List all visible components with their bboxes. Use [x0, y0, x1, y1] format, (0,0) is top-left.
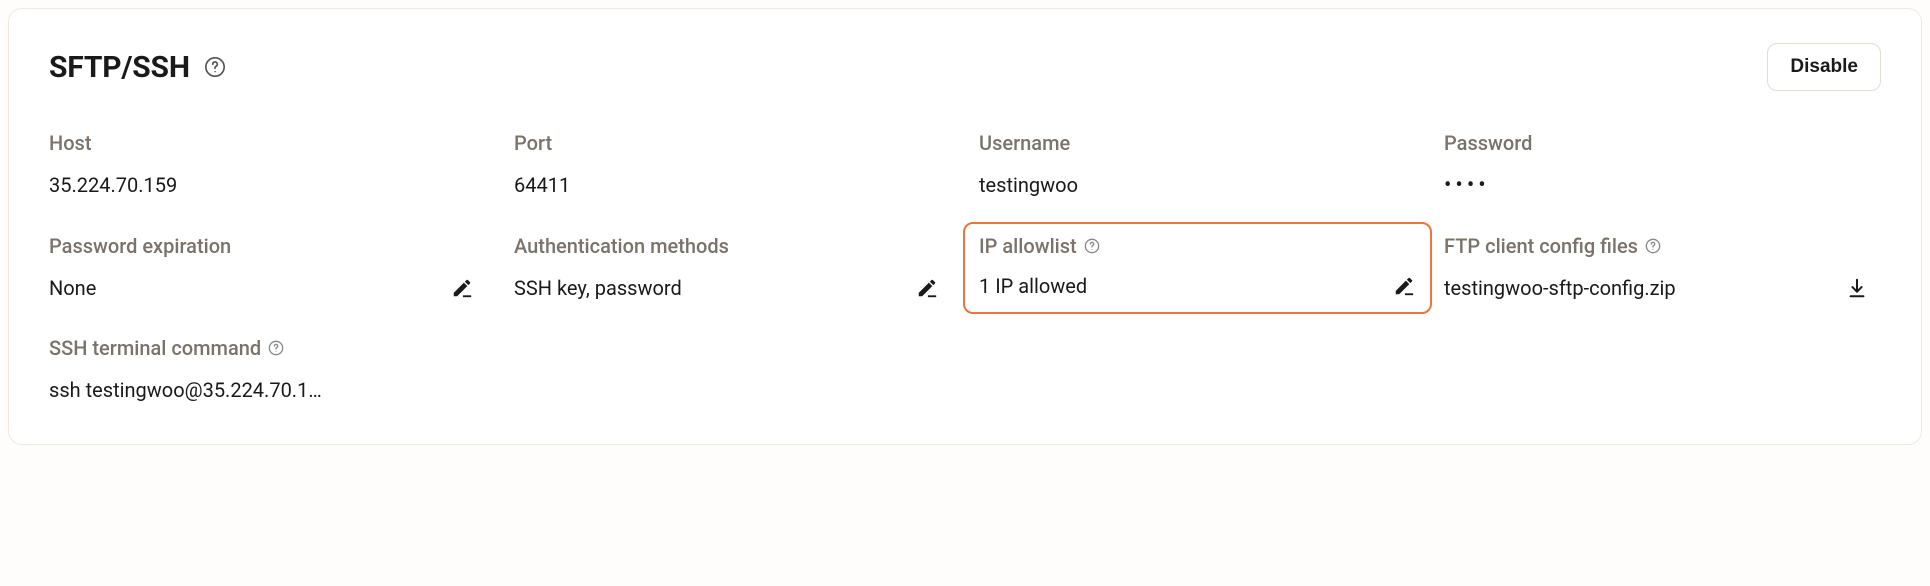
host-value: 35.224.70.159 [49, 173, 177, 197]
help-icon[interactable] [267, 339, 285, 357]
field-username: Username testingwoo [979, 131, 1416, 198]
field-ftp-config: FTP client config files testingwoo-sftp-… [1444, 234, 1881, 300]
ssh-command-label: SSH terminal command [49, 336, 486, 360]
password-value-row: •••• [1444, 173, 1881, 198]
help-icon[interactable] [1644, 237, 1662, 255]
ftp-config-value-row: testingwoo-sftp-config.zip [1444, 276, 1881, 300]
port-value: 64411 [514, 173, 570, 197]
field-auth-methods: Authentication methods SSH key, password [514, 234, 951, 300]
ssh-command-value: ssh testingwoo@35.224.70.1… [49, 378, 322, 402]
ftp-config-label: FTP client config files [1444, 234, 1881, 258]
edit-icon[interactable] [450, 276, 474, 300]
edit-icon[interactable] [915, 276, 939, 300]
host-label: Host [49, 131, 486, 155]
field-port: Port 64411 [514, 131, 951, 198]
fields-grid: Host 35.224.70.159 Port 64411 Username t… [49, 131, 1881, 402]
password-expiration-value: None [49, 276, 96, 300]
ip-allowlist-label-text: IP allowlist [979, 234, 1077, 258]
password-label: Password [1444, 131, 1881, 155]
field-password-expiration: Password expiration None [49, 234, 486, 300]
help-icon[interactable] [1083, 237, 1101, 255]
ftp-config-label-text: FTP client config files [1444, 234, 1638, 258]
field-ip-allowlist[interactable]: IP allowlist 1 IP allowed [963, 222, 1432, 314]
card-header: SFTP/SSH Disable [49, 43, 1881, 91]
ssh-command-label-text: SSH terminal command [49, 336, 261, 360]
disable-button[interactable]: Disable [1767, 43, 1881, 91]
ip-allowlist-label: IP allowlist [979, 234, 1416, 258]
section-title: SFTP/SSH [49, 50, 190, 85]
ip-allowlist-value-row: 1 IP allowed [979, 274, 1416, 298]
title-wrap: SFTP/SSH [49, 50, 226, 85]
ip-allowlist-value: 1 IP allowed [979, 274, 1087, 298]
username-value: testingwoo [979, 173, 1078, 197]
username-label: Username [979, 131, 1416, 155]
password-expiration-value-row: None [49, 276, 486, 300]
edit-icon[interactable] [1392, 274, 1416, 298]
field-host: Host 35.224.70.159 [49, 131, 486, 198]
password-expiration-label: Password expiration [49, 234, 486, 258]
port-label: Port [514, 131, 951, 155]
help-icon[interactable] [204, 56, 226, 78]
auth-methods-label: Authentication methods [514, 234, 951, 258]
host-value-row: 35.224.70.159 [49, 173, 486, 197]
sftp-ssh-card: SFTP/SSH Disable Host 35.224.70.159 Port… [8, 8, 1922, 445]
download-icon[interactable] [1845, 276, 1869, 300]
ftp-config-value: testingwoo-sftp-config.zip [1444, 276, 1676, 300]
username-value-row: testingwoo [979, 173, 1416, 197]
auth-methods-value-row: SSH key, password [514, 276, 951, 300]
password-value: •••• [1444, 173, 1490, 198]
field-password: Password •••• [1444, 131, 1881, 198]
auth-methods-value: SSH key, password [514, 276, 682, 300]
port-value-row: 64411 [514, 173, 951, 197]
ssh-command-value-row: ssh testingwoo@35.224.70.1… [49, 378, 486, 402]
field-ssh-command: SSH terminal command ssh testingwoo@35.2… [49, 336, 486, 402]
